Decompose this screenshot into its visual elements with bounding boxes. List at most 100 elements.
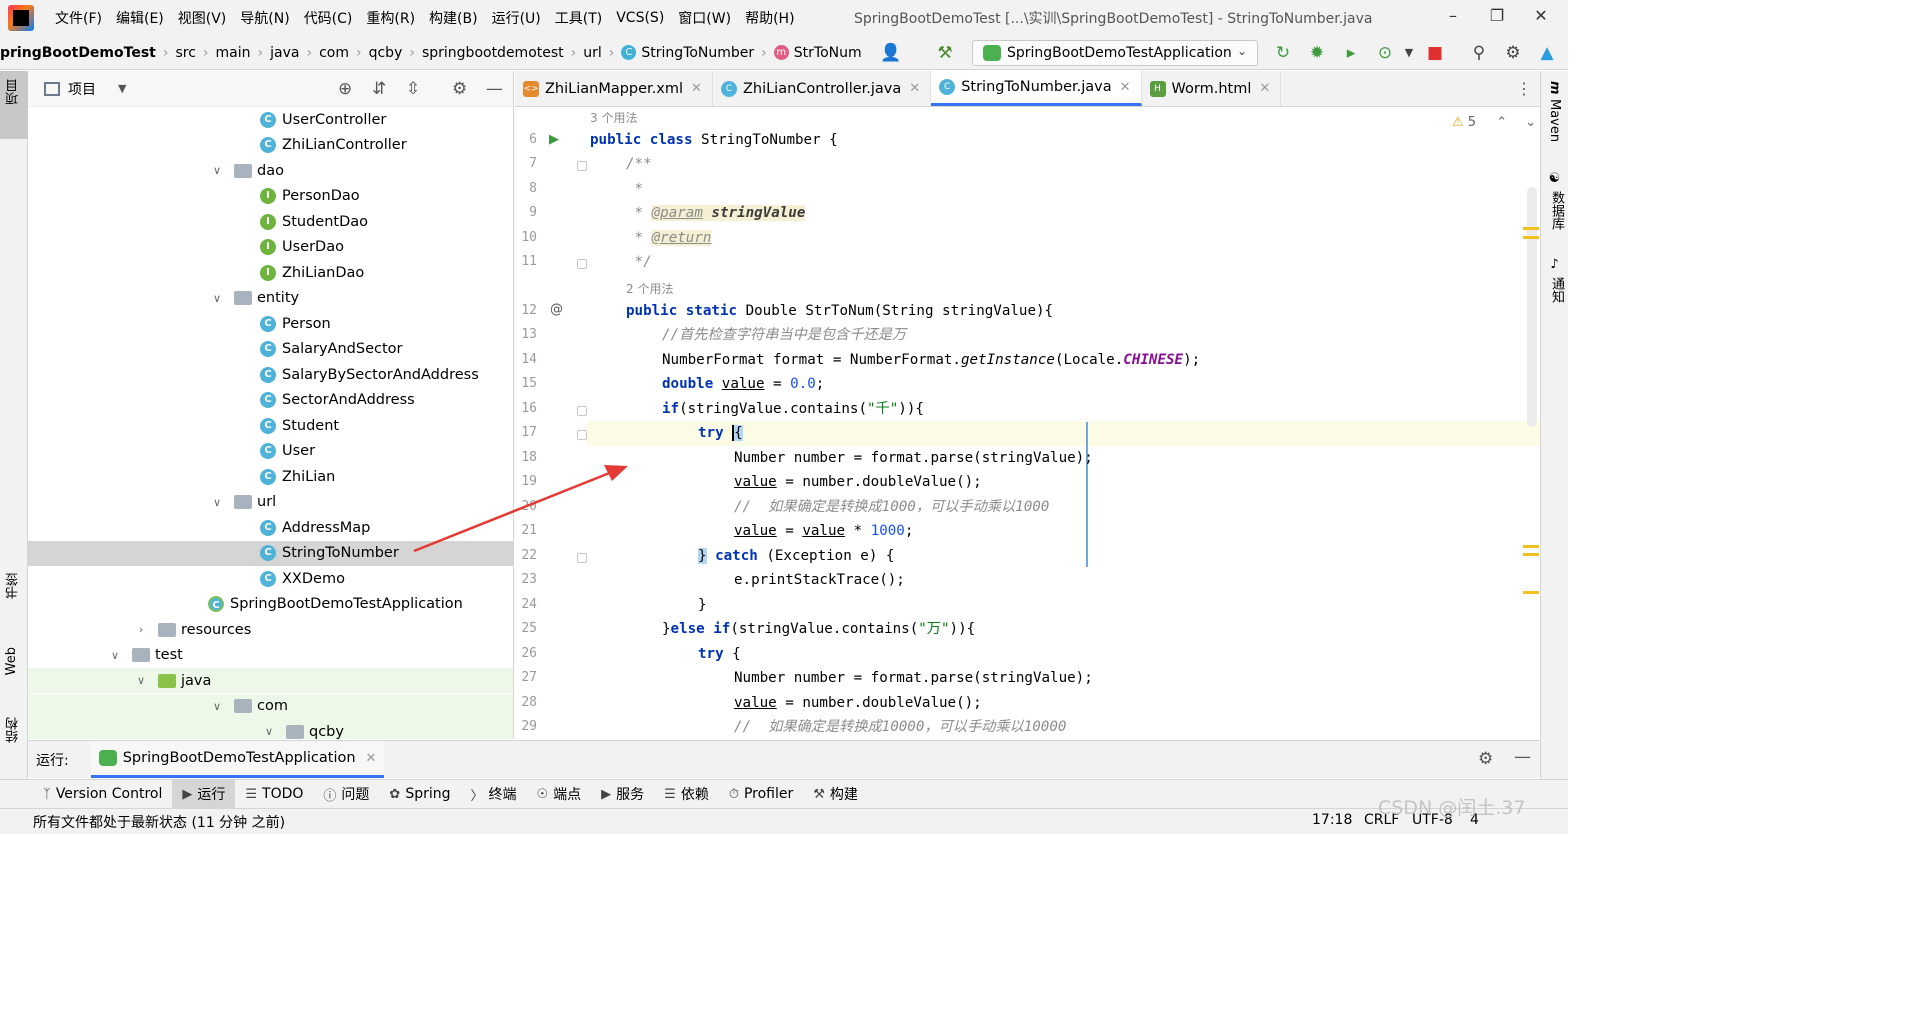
fold-marker-icon[interactable] (577, 406, 587, 416)
tree-item-com[interactable]: ∨ com (28, 693, 513, 719)
run-tool-button[interactable]: ▶ 运行 (172, 779, 236, 809)
line-number[interactable]: 20 (515, 499, 537, 514)
expand-all-icon[interactable]: ⇵ (372, 79, 386, 99)
tree-item-studentdao[interactable]: I StudentDao (28, 209, 513, 234)
debug-icon[interactable]: ✹ (1306, 42, 1328, 64)
warning-stripe-marker[interactable] (1523, 553, 1539, 556)
chevron-down-icon[interactable]: ∨ (210, 164, 224, 177)
chevron-down-icon[interactable]: ▼ (1398, 42, 1420, 64)
run-gutter-icon[interactable]: ▶ (549, 132, 559, 147)
editor-scrollbar[interactable] (1527, 187, 1537, 427)
line-number[interactable]: 26 (515, 646, 537, 661)
menu-vcs[interactable]: VCS(S) (609, 10, 671, 26)
web-tool-tab[interactable]: Web (4, 647, 19, 675)
breadcrumb-src[interactable]: src (171, 45, 199, 61)
line-number[interactable]: 11 (515, 254, 537, 269)
endpoints-button[interactable]: ☉ 端点 (527, 780, 592, 809)
tree-item-springbootdemotestapplication[interactable]: C SpringBootDemoTestApplication (28, 592, 513, 617)
jetbrains-ai-icon[interactable]: ▲ (1536, 42, 1558, 64)
breadcrumb-com[interactable]: com (315, 45, 353, 61)
menu-window[interactable]: 窗口(W) (671, 8, 738, 28)
line-number[interactable]: 21 (515, 523, 537, 538)
tab-zhiliancontroller-java[interactable]: C ZhiLianController.java ✕ (713, 71, 932, 106)
menu-build[interactable]: 构建(B) (422, 8, 485, 28)
status-message[interactable]: 所有文件都处于最新状态 (11 分钟 之前) (0, 812, 285, 832)
line-number[interactable]: 17 (515, 425, 537, 440)
menu-help[interactable]: 帮助(H) (738, 8, 801, 28)
menu-run[interactable]: 运行(U) (485, 8, 548, 28)
run-with-coverage-icon[interactable]: ▸ (1340, 42, 1362, 64)
maximize-icon[interactable]: ❐ (1482, 6, 1512, 28)
run-tab-springboot[interactable]: SpringBootDemoTestApplication ✕ (90, 741, 385, 778)
chevron-up-icon[interactable]: ⌃ (1496, 115, 1507, 130)
intellij-logo-icon[interactable] (8, 5, 34, 31)
code-editor[interactable]: ▶ @ 3 个用法 2 个用法 6 7 8 9 10 11 12 13 14 15 16 17 18 19… (515, 107, 1540, 739)
chevron-right-icon[interactable]: › (134, 623, 148, 636)
structure-tool-tab[interactable]: 结构 (4, 717, 23, 743)
menu-navigate[interactable]: 导航(N) (233, 8, 296, 28)
spring-button[interactable]: ✿ Spring (379, 780, 460, 809)
inspection-widget[interactable]: ⚠ 5 ⌃ ⌄ (1452, 115, 1536, 130)
tree-item-qcby[interactable]: ∨ qcby (28, 719, 513, 739)
breadcrumb-url[interactable]: url (579, 45, 606, 61)
line-number[interactable]: 7 (515, 156, 537, 171)
services-button[interactable]: ▶ 服务 (591, 780, 654, 809)
menu-edit[interactable]: 编辑(E) (109, 8, 171, 28)
warning-stripe-marker[interactable] (1523, 545, 1539, 548)
line-number[interactable]: 25 (515, 621, 537, 636)
tab-zhilianmapper-xml[interactable]: <> ZhiLianMapper.xml ✕ (515, 71, 713, 106)
terminal-button[interactable]: 〉 终端 (461, 780, 527, 809)
rerun-icon[interactable]: ↻ (1272, 42, 1294, 64)
collapse-all-icon[interactable]: ⇳ (406, 79, 420, 99)
menu-refactor[interactable]: 重构(R) (359, 8, 422, 28)
run-configuration-select[interactable]: SpringBootDemoTestApplication ⌄ (972, 40, 1258, 66)
locate-file-icon[interactable]: ⊕ (338, 79, 352, 99)
close-icon[interactable]: ✕ (691, 81, 702, 96)
line-number[interactable]: 14 (515, 352, 537, 367)
warning-stripe-marker[interactable] (1523, 227, 1539, 230)
hide-panel-icon[interactable]: — (1514, 747, 1531, 767)
breadcrumb-method[interactable]: m StrToNum (770, 45, 866, 61)
chevron-down-icon[interactable]: ∨ (210, 292, 224, 305)
gear-icon[interactable]: ⚙ (1478, 749, 1493, 769)
tree-item-zhilian[interactable]: C ZhiLian (28, 464, 513, 489)
tree-item-xxdemo[interactable]: C XXDemo (28, 566, 513, 591)
database-tool-tab[interactable]: 数据库 (1547, 191, 1566, 230)
breadcrumb-main[interactable]: main (212, 45, 255, 61)
close-icon[interactable]: ✕ (1259, 81, 1270, 96)
line-number[interactable]: 22 (515, 548, 537, 563)
menu-file[interactable]: 文件(F) (48, 8, 109, 28)
warning-stripe-marker[interactable] (1523, 591, 1539, 594)
line-number[interactable]: 6 (515, 132, 537, 147)
hide-panel-icon[interactable]: — (486, 79, 503, 99)
breadcrumb-java[interactable]: java (266, 45, 303, 61)
breadcrumb-class[interactable]: C StringToNumber (617, 45, 758, 61)
usage-hint[interactable]: 2 个用法 (626, 280, 673, 297)
breadcrumb-project[interactable]: pringBootDemoTest (0, 45, 160, 61)
todo-button[interactable]: ☰ TODO (235, 780, 313, 809)
line-number[interactable]: 13 (515, 327, 537, 342)
project-panel-title[interactable]: 项目 (68, 79, 96, 99)
tab-stringtonumber-java[interactable]: C StringToNumber.java ✕ (931, 71, 1142, 106)
tree-item-person[interactable]: C Person (28, 311, 513, 336)
tree-item-stringtonumber[interactable]: C StringToNumber (28, 540, 513, 566)
line-number[interactable]: 19 (515, 474, 537, 489)
tree-item-java[interactable]: ∨ java (28, 668, 513, 693)
tab-worm-html[interactable]: H Worm.html ✕ (1142, 71, 1282, 106)
fold-marker-icon[interactable] (577, 259, 587, 269)
stop-icon[interactable]: ■ (1424, 42, 1446, 64)
tree-item-entity[interactable]: ∨ entity (28, 286, 513, 311)
tree-item-url[interactable]: ∨ url (28, 490, 513, 515)
line-number[interactable]: 10 (515, 230, 537, 245)
chevron-down-icon[interactable]: ∨ (210, 700, 224, 713)
line-number[interactable]: 8 (515, 181, 537, 196)
problems-button[interactable]: ⓘ 问题 (313, 780, 379, 809)
menu-view[interactable]: 视图(V) (171, 8, 234, 28)
chevron-down-icon[interactable]: ∨ (134, 674, 148, 687)
line-number[interactable]: 27 (515, 670, 537, 685)
warning-stripe-marker[interactable] (1523, 236, 1539, 239)
search-icon[interactable]: ⚲ (1468, 42, 1490, 64)
close-icon[interactable]: ✕ (366, 751, 377, 766)
line-number[interactable]: 28 (515, 695, 537, 710)
gear-icon[interactable]: ⚙ (1502, 42, 1524, 64)
